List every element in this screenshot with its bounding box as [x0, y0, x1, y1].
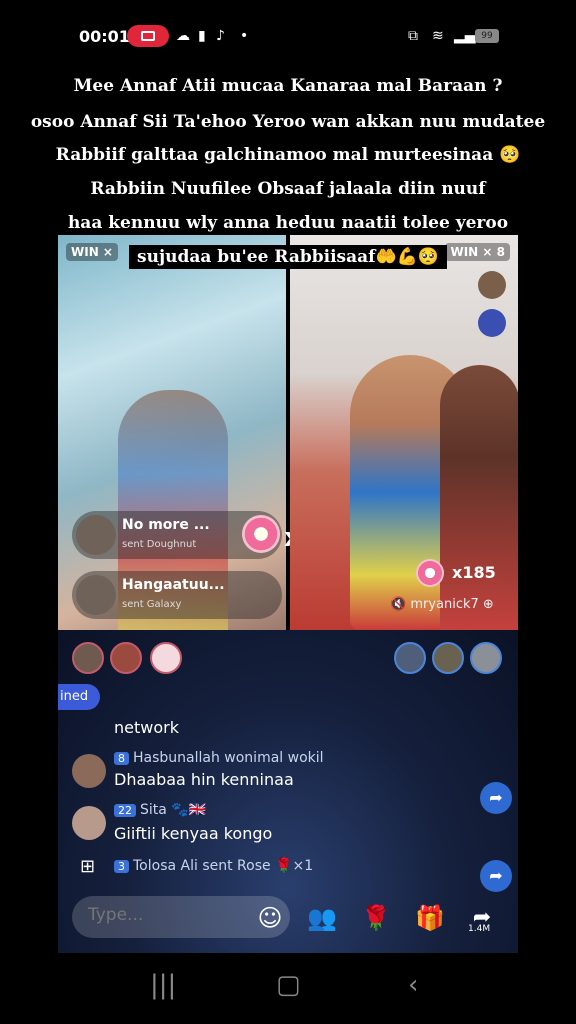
doughnut-icon [242, 515, 280, 553]
compass-icon[interactable] [478, 271, 506, 299]
gift-description: sent Doughnut [122, 539, 197, 550]
right-stream[interactable]: WIN × 8 x185 🔇 mryanick7 ⊕ [290, 235, 518, 630]
caption-line: osoo Annaf Sii Ta'ehoo Yeroo wan akkan n… [0, 110, 576, 134]
gift-sender-name: No more ... [122, 517, 210, 533]
caption-line: Rabbiif galttaa galchinamoo mal murteesi… [0, 143, 576, 167]
gift-description: sent Galaxy [122, 599, 182, 610]
gift-box-icon: ⊞ [80, 856, 96, 877]
share-count: 1.4M [468, 924, 491, 934]
dot-icon: • [240, 28, 249, 44]
chat-username-text: Sita 🐾🇬🇧 [140, 802, 207, 818]
chat-gift-message: 3 Tolosa Ali sent Rose 🌹×1 [114, 858, 313, 874]
joined-banner: ined [58, 684, 101, 710]
recent-apps-button[interactable]: ||| [150, 970, 176, 1000]
left-stream[interactable]: WIN × No more ... sent Doughnut Hangaatu… [58, 235, 286, 630]
caption-line: Rabbiin Nuufilee Obsaaf jalaala diin nuu… [0, 177, 576, 201]
chat-username[interactable]: 22 Sita 🐾🇬🇧 [114, 802, 206, 818]
avatar [76, 515, 116, 555]
chat-username-text: Hasbunallah wonimal wokil [133, 750, 324, 766]
cast-icon: ⧉ [408, 28, 418, 44]
signal-icon: ▂▄ [454, 28, 476, 44]
right-guest-figure [440, 365, 518, 630]
wifi-icon: ≋ [432, 28, 444, 44]
caption-text: osoo Annaf Sii Ta'ehoo Yeroo wan akkan n… [22, 110, 554, 134]
avatar[interactable] [72, 754, 106, 788]
chat-message-text: Dhaabaa hin kenninaa [114, 770, 294, 789]
home-button[interactable]: ▢ [276, 970, 301, 1000]
chat-message-text: network [114, 718, 179, 737]
status-bar: 00:01 ☁ ▮ ♪ • ⧉ ≋ ▂▄ 99 [0, 0, 576, 70]
share-arrow-icon[interactable]: ➦ [480, 782, 512, 814]
level-badge: 22 [114, 804, 136, 817]
caption-text: Mee Annaf Atii mucaa Kanaraa mal Baraan … [65, 74, 511, 98]
username-label: mryanick7 [410, 597, 479, 612]
level-badge: 3 [114, 860, 129, 873]
gift-icon[interactable]: 🎁 [414, 902, 446, 934]
top-gifter-avatar[interactable] [432, 642, 464, 674]
rose-icon[interactable]: 🌹 [360, 902, 392, 934]
mask-icon[interactable] [478, 309, 506, 337]
lock-icon: ▮ [198, 28, 206, 44]
caption-line: Mee Annaf Atii mucaa Kanaraa mal Baraan … [0, 74, 576, 98]
top-gifter-avatar[interactable] [110, 642, 142, 674]
gift-notice: Hangaatuu... sent Galaxy [72, 571, 282, 619]
status-time: 00:01 [79, 27, 130, 46]
top-gifter-avatar[interactable] [394, 642, 426, 674]
back-button[interactable]: ‹ [408, 970, 418, 1000]
top-gifter-avatar[interactable] [72, 642, 104, 674]
share-arrow-icon[interactable]: ➦ [480, 860, 512, 892]
screen-record-icon [127, 25, 169, 47]
chat-username[interactable]: 8 Hasbunallah wonimal wokil [114, 750, 324, 766]
right-username[interactable]: 🔇 mryanick7 ⊕ [390, 597, 494, 612]
top-gifter-avatar[interactable] [470, 642, 502, 674]
battery-icon: 99 [475, 29, 499, 43]
tiktok-icon: ♪ [216, 28, 225, 44]
caption-line: haa kennuu wly anna heduu naatii tolee y… [0, 211, 576, 235]
caption-text: haa kennuu wly anna heduu naatii tolee y… [59, 211, 517, 235]
chat-panel: ined network 8 Hasbunallah wonimal wokil … [58, 630, 518, 953]
right-multiplier: x185 [452, 563, 496, 582]
chat-message-text: Giiftii kenyaa kongo [114, 824, 273, 843]
gift-sender-name: Hangaatuu... [122, 577, 225, 593]
avatar[interactable] [72, 806, 106, 840]
gift-notice: No more ... sent Doughnut [72, 511, 282, 559]
top-gifter-avatar[interactable] [150, 642, 182, 674]
doughnut-icon [416, 559, 444, 587]
live-battle-video[interactable]: WIN × No more ... sent Doughnut Hangaatu… [58, 235, 518, 630]
chat-gift-text: Tolosa Ali sent Rose 🌹×1 [133, 858, 314, 874]
level-badge: 8 [114, 752, 129, 765]
caption-text: sujudaa bu'ee Rabbiisaaf🤲💪🥺 [129, 245, 447, 269]
multi-guest-icon[interactable]: 👥 [306, 902, 338, 934]
avatar [76, 575, 116, 615]
caption-line: sujudaa bu'ee Rabbiisaaf🤲💪🥺 [0, 245, 576, 269]
caption-text: Rabbiif galttaa galchinamoo mal murteesi… [47, 143, 529, 167]
emoji-icon[interactable]: ☺ [254, 902, 286, 934]
comment-input[interactable] [86, 904, 260, 926]
cloud-icon: ☁ [176, 28, 190, 44]
caption-text: Rabbiin Nuufilee Obsaaf jalaala diin nuu… [82, 177, 494, 201]
